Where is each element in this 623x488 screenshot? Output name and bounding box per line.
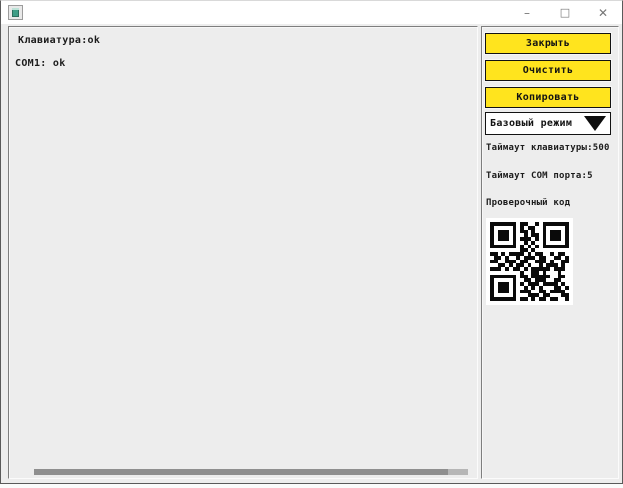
- close-button[interactable]: Закрыть: [485, 33, 611, 54]
- clear-button[interactable]: Очистить: [485, 60, 611, 81]
- client-area: Клавиатура:ok COM1: ok Закрыть Очистить …: [1, 24, 622, 483]
- verification-code-label: Проверочный код: [486, 198, 616, 208]
- close-window-button[interactable]: ✕: [584, 1, 622, 24]
- title-bar: – □ ✕: [1, 1, 622, 24]
- app-window: – □ ✕ Клавиатура:ok COM1: ok Закрыть Очи…: [0, 0, 623, 484]
- horizontal-scrollbar[interactable]: [34, 469, 468, 475]
- maximize-button[interactable]: □: [546, 1, 584, 24]
- app-icon: [8, 5, 23, 20]
- log-panel[interactable]: Клавиатура:ok COM1: ok: [8, 26, 478, 479]
- window-controls: – □ ✕: [508, 1, 622, 24]
- chevron-down-icon[interactable]: [584, 116, 606, 131]
- com-timeout-label: Таймаут COM порта:5: [486, 171, 616, 181]
- copy-button[interactable]: Копировать: [485, 87, 611, 108]
- mode-dropdown-value: Базовый режим: [486, 118, 584, 129]
- horizontal-scrollbar-thumb[interactable]: [34, 469, 448, 475]
- minimize-button[interactable]: –: [508, 1, 546, 24]
- control-panel: Закрыть Очистить Копировать Базовый режи…: [481, 26, 619, 479]
- app-icon-stripe: [12, 8, 19, 10]
- log-line-keyboard: Клавиатура:ok: [9, 27, 477, 46]
- keyboard-timeout-label: Таймаут клавиатуры:500: [486, 143, 616, 153]
- qr-code: [486, 218, 573, 305]
- mode-dropdown[interactable]: Базовый режим: [485, 112, 611, 135]
- log-line-com: COM1: ok: [9, 46, 477, 69]
- qr-code-grid: [490, 222, 569, 301]
